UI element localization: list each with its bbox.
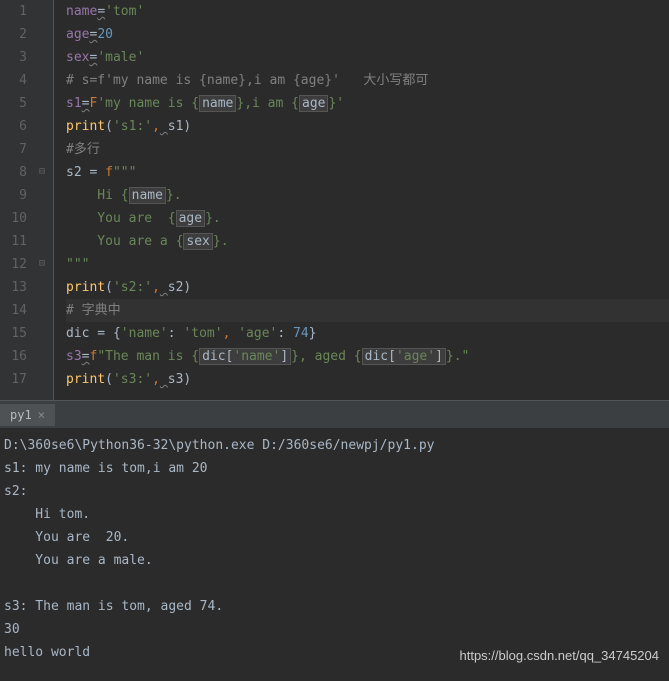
- console-output[interactable]: D:\360se6\Python36-32\python.exe D:/360s…: [0, 428, 669, 681]
- line-gutter: 1 2 3 4 5 6 7 8 9 10 11 12 13 14 15 16 1…: [0, 0, 35, 400]
- line-num: 4: [0, 69, 27, 92]
- code-line: s3=f"The man is {dic['name']}, aged {dic…: [66, 345, 669, 368]
- code-line: You are a {sex}.: [66, 230, 669, 253]
- code-editor[interactable]: 1 2 3 4 5 6 7 8 9 10 11 12 13 14 15 16 1…: [0, 0, 669, 400]
- line-num: 13: [0, 276, 27, 299]
- code-line: age=20: [66, 23, 669, 46]
- code-line: sex='male': [66, 46, 669, 69]
- console-line: Hi tom.: [4, 503, 665, 526]
- console-line: D:\360se6\Python36-32\python.exe D:/360s…: [4, 434, 665, 457]
- line-num: 2: [0, 23, 27, 46]
- code-line: print('s2:', s2): [66, 276, 669, 299]
- line-num: 8: [0, 161, 27, 184]
- console-line: You are 20.: [4, 526, 665, 549]
- line-num: 9: [0, 184, 27, 207]
- console-line: s1: my name is tom,i am 20: [4, 457, 665, 480]
- fold-gutter: ⊟ ⊟: [35, 0, 53, 400]
- code-line: #多行: [66, 138, 669, 161]
- tab-label: py1: [10, 408, 32, 422]
- code-content[interactable]: name='tom' age=20 sex='male' # s=f'my na…: [53, 0, 669, 400]
- line-num: 3: [0, 46, 27, 69]
- line-num: 15: [0, 322, 27, 345]
- code-line: You are {age}.: [66, 207, 669, 230]
- code-line: # s=f'my name is {name},i am {age}' 大小写都…: [66, 69, 669, 92]
- console-line: You are a male.: [4, 549, 665, 572]
- code-line: # 字典中: [66, 299, 669, 322]
- fold-open-icon[interactable]: ⊟: [39, 166, 49, 176]
- code-line: """: [66, 253, 669, 276]
- line-num: 1: [0, 0, 27, 23]
- code-line: Hi {name}.: [66, 184, 669, 207]
- console-line: s2:: [4, 480, 665, 503]
- line-num: 17: [0, 368, 27, 391]
- code-line: print('s1:', s1): [66, 115, 669, 138]
- code-line: s1=F'my name is {name},i am {age}': [66, 92, 669, 115]
- line-num: 16: [0, 345, 27, 368]
- fold-close-icon[interactable]: ⊟: [39, 258, 49, 268]
- console-line: [4, 572, 665, 595]
- code-line: name='tom': [66, 0, 669, 23]
- code-line: print('s3:', s3): [66, 368, 669, 391]
- watermark: https://blog.csdn.net/qq_34745204: [460, 648, 660, 663]
- line-num: 10: [0, 207, 27, 230]
- line-num: 14: [0, 299, 27, 322]
- line-num: 7: [0, 138, 27, 161]
- line-num: 11: [0, 230, 27, 253]
- code-line: s2 = f""": [66, 161, 669, 184]
- line-num: 6: [0, 115, 27, 138]
- console-line: s3: The man is tom, aged 74.: [4, 595, 665, 618]
- tab-py1[interactable]: py1 ×: [0, 404, 55, 426]
- console-tabs: py1 ×: [0, 400, 669, 428]
- code-line: dic = {'name': 'tom', 'age': 74}: [66, 322, 669, 345]
- close-icon[interactable]: ×: [38, 408, 45, 422]
- line-num: 5: [0, 92, 27, 115]
- console-line: 30: [4, 618, 665, 641]
- line-num: 12: [0, 253, 27, 276]
